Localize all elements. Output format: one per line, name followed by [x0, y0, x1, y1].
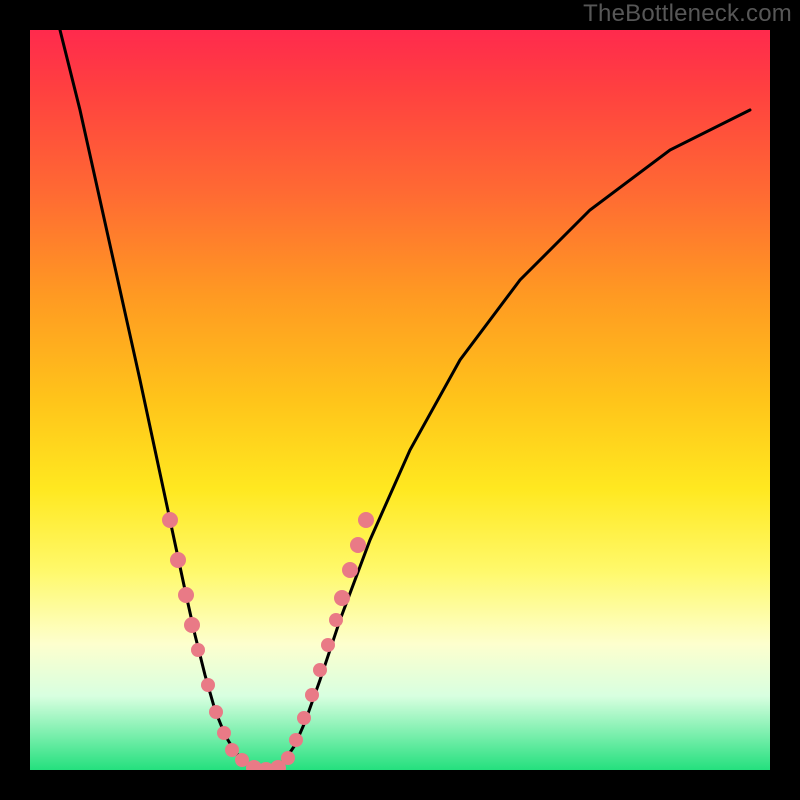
curve-layer	[30, 30, 770, 770]
highlight-dot	[321, 638, 335, 652]
highlight-dot	[201, 678, 215, 692]
highlight-dot	[281, 751, 295, 765]
highlight-dot	[297, 711, 311, 725]
plot-area	[30, 30, 770, 770]
highlight-dot	[334, 590, 350, 606]
highlight-dot	[289, 733, 303, 747]
highlight-dot	[217, 726, 231, 740]
highlight-dot	[162, 512, 178, 528]
chart-frame: TheBottleneck.com	[0, 0, 800, 800]
highlight-dot	[209, 705, 223, 719]
highlight-dot	[191, 643, 205, 657]
highlight-dot	[329, 613, 343, 627]
highlight-dot	[342, 562, 358, 578]
highlight-dot	[184, 617, 200, 633]
highlight-dot	[225, 743, 239, 757]
highlight-dot	[358, 512, 374, 528]
highlight-dot	[170, 552, 186, 568]
highlight-dots	[162, 512, 374, 770]
bottleneck-curve	[60, 30, 750, 770]
watermark-text: TheBottleneck.com	[583, 0, 792, 28]
highlight-dot	[305, 688, 319, 702]
highlight-dot	[178, 587, 194, 603]
highlight-dot	[350, 537, 366, 553]
highlight-dot	[313, 663, 327, 677]
